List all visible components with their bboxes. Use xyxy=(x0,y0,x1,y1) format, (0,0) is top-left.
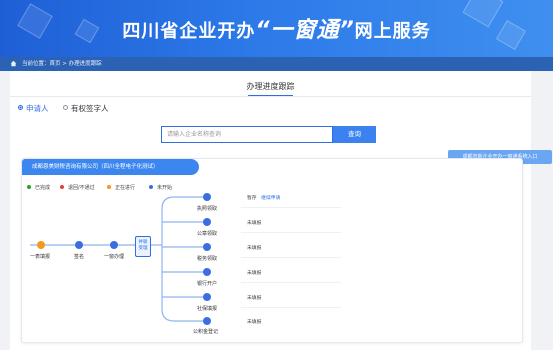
row-divider xyxy=(241,307,341,308)
branch-status-text: 未填报 xyxy=(247,246,262,251)
step-node-fill-in[interactable] xyxy=(37,241,45,249)
step-label: 一表填报 xyxy=(30,254,51,260)
header-title-prefix: 四川省企业开办 xyxy=(122,21,256,42)
branch-label: 银行开户 xyxy=(197,281,218,287)
header-title-suffix: 网上服务 xyxy=(354,21,431,42)
branch-status: 暂存 继续申请 xyxy=(247,194,280,201)
branch-status: 未填报 xyxy=(247,244,261,251)
step-label: 签名 xyxy=(74,254,85,260)
search-input[interactable]: 请输入企业名称查询 xyxy=(161,126,333,143)
branch-status: 未填报 xyxy=(247,269,261,276)
breadcrumb: 当前位置：首页 > 办理进度跟踪 xyxy=(0,57,553,71)
divider xyxy=(10,96,531,97)
breadcrumb-text[interactable]: 当前位置：首页 > 办理进度跟踪 xyxy=(22,61,102,67)
step-node-sign[interactable] xyxy=(75,241,83,249)
parallel-acceptance-node[interactable]: 并联 受理 xyxy=(135,236,151,257)
row-divider xyxy=(241,207,341,208)
progress-tracker: 成都恩美财税咨询有限公司（四川全程电子化测试） 已完成 退回/不通过 正在进行 … xyxy=(21,158,523,343)
step-node-window[interactable] xyxy=(110,241,118,249)
radio-applicant-label: 申请人 xyxy=(26,104,49,113)
branch-node-license[interactable] xyxy=(203,193,211,201)
branch-label: 公章领取 xyxy=(197,231,218,237)
header-title-quote: “一窗通” xyxy=(255,18,355,43)
search-button[interactable]: 查询 xyxy=(333,126,376,143)
branch-node-fund[interactable] xyxy=(203,317,211,325)
branch-node-bank[interactable] xyxy=(203,268,211,276)
branch-status-text: 未填报 xyxy=(247,320,262,325)
row-divider xyxy=(241,257,341,258)
branch-status-text: 未填报 xyxy=(247,271,262,276)
page-title: 办理进度跟踪 xyxy=(246,82,295,91)
branch-label: 执照领取 xyxy=(197,206,218,212)
header-banner: 四川省企业开办“一窗通”网上服务 xyxy=(0,0,553,57)
branch-node-seal[interactable] xyxy=(203,218,211,226)
radio-signatory-label: 有权签字人 xyxy=(71,104,109,113)
branch-label: 税务领取 xyxy=(197,256,218,262)
branch-status: 未填报 xyxy=(247,318,261,325)
radio-dot-icon xyxy=(18,105,23,110)
branch-status-text: 暂存 xyxy=(247,196,257,201)
page-header-title: 四川省企业开办“一窗通”网上服务 xyxy=(0,12,553,44)
page-title-underline xyxy=(248,95,293,96)
radio-dot-icon xyxy=(63,105,68,110)
step-label: 一窗办理 xyxy=(104,254,125,260)
row-divider xyxy=(241,232,341,233)
home-icon[interactable] xyxy=(10,60,17,67)
branch-status: 未填报 xyxy=(247,294,261,301)
flow-diagram xyxy=(30,193,211,325)
branch-status-text: 未填报 xyxy=(247,296,262,301)
branch-label: 公积金登记 xyxy=(193,329,219,335)
branch-node-tax[interactable] xyxy=(203,243,211,251)
branch-status-text: 未填报 xyxy=(247,221,262,226)
continue-application-link[interactable]: 继续申请 xyxy=(261,196,280,201)
row-divider xyxy=(241,282,341,283)
branch-node-social[interactable] xyxy=(203,293,211,301)
branch-label: 社保填报 xyxy=(197,306,218,312)
branch-status: 未填报 xyxy=(247,219,261,226)
